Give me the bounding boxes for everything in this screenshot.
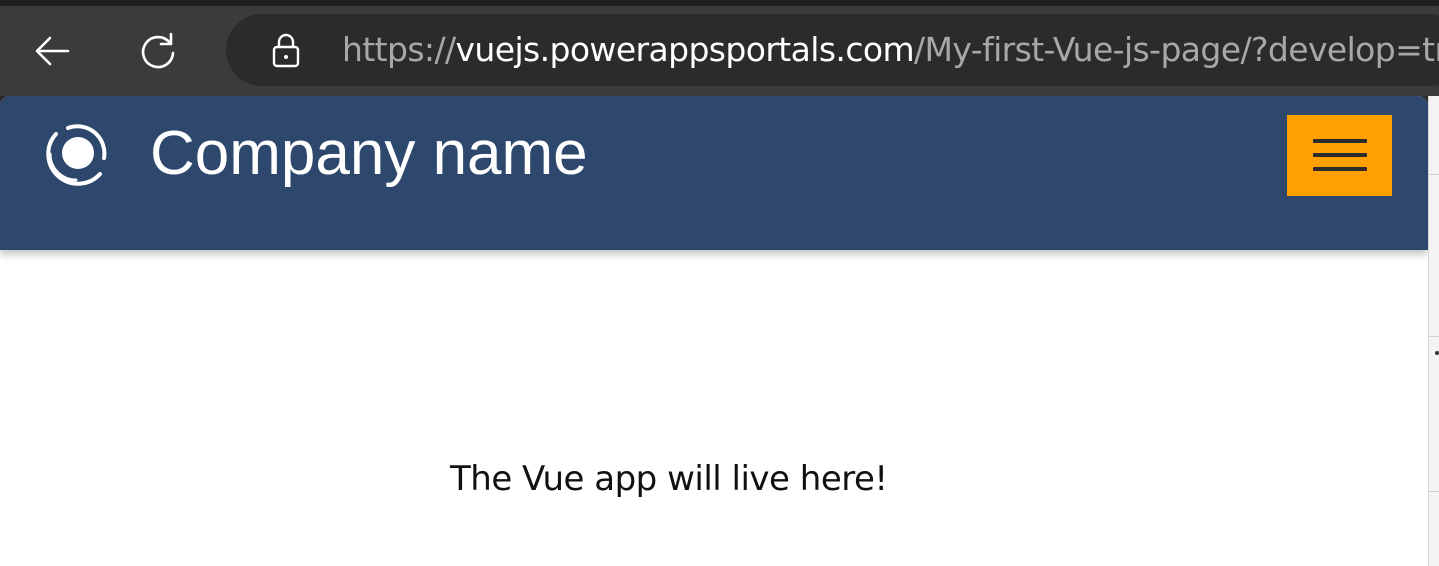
hamburger-menu-icon xyxy=(1313,139,1367,143)
reload-icon xyxy=(141,32,175,69)
back-button[interactable] xyxy=(24,26,80,76)
resize-handle[interactable] xyxy=(1435,351,1439,355)
reload-button[interactable] xyxy=(130,26,186,76)
panel-divider xyxy=(1429,336,1439,337)
url-path: /My-first-Vue-js-page/?develop=true xyxy=(914,30,1439,69)
side-panel-edge xyxy=(1428,96,1439,566)
site-header: Company name xyxy=(0,96,1428,250)
address-bar[interactable]: https://vuejs.powerappsportals.com/My-fi… xyxy=(226,14,1439,86)
page-viewport: Company name The Vue app will live here! xyxy=(0,96,1428,566)
browser-toolbar: https://vuejs.powerappsportals.com/My-fi… xyxy=(0,6,1439,96)
url-text: https://vuejs.powerappsportals.com/My-fi… xyxy=(342,30,1439,70)
back-arrow-icon xyxy=(35,36,70,66)
panel-divider xyxy=(1429,174,1439,175)
vue-app-placeholder: The Vue app will live here! xyxy=(450,459,888,499)
company-logo-icon xyxy=(46,124,107,186)
site-info-button[interactable] xyxy=(266,30,306,70)
menu-toggle-button[interactable] xyxy=(1287,115,1392,196)
lock-icon xyxy=(272,33,300,68)
url-scheme: https:// xyxy=(342,30,456,69)
hamburger-menu-icon xyxy=(1313,167,1367,171)
hamburger-menu-icon xyxy=(1313,153,1367,157)
brand-name[interactable]: Company name xyxy=(150,114,588,194)
url-host: vuejs.powerappsportals.com xyxy=(455,30,915,69)
panel-divider xyxy=(1429,491,1439,492)
